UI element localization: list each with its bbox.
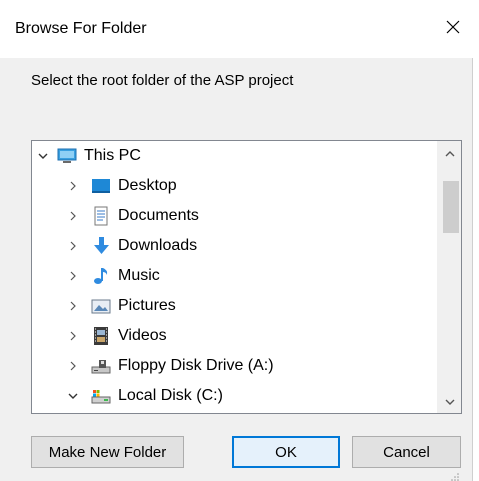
tree-item-label: This PC — [84, 147, 141, 164]
resize-grip-icon[interactable] — [450, 469, 460, 481]
tree-item-label: Music — [118, 267, 160, 284]
window-title: Browse For Folder — [15, 20, 147, 37]
scroll-up-button[interactable] — [438, 143, 461, 165]
tree-item-label: Desktop — [118, 177, 177, 194]
chevron-right-icon[interactable] — [66, 299, 80, 313]
vertical-scrollbar[interactable] — [437, 141, 461, 413]
tree-item-videos[interactable]: Videos — [66, 321, 461, 351]
scroll-down-button[interactable] — [438, 391, 461, 413]
chevron-right-icon[interactable] — [66, 179, 80, 193]
chevron-right-icon[interactable] — [66, 269, 80, 283]
tree-item-pictures[interactable]: Pictures — [66, 291, 461, 321]
tree-item-label: Documents — [118, 207, 199, 224]
close-button[interactable] — [433, 12, 473, 46]
tree-item-music[interactable]: Music — [66, 261, 461, 291]
chevron-right-icon[interactable] — [66, 209, 80, 223]
tree-item-label: Videos — [118, 327, 167, 344]
local-disk-icon — [90, 385, 112, 407]
music-icon — [90, 265, 112, 287]
close-icon — [445, 19, 461, 39]
tree-item-local-disk-c[interactable]: Local Disk (C:) — [66, 381, 461, 411]
tree-item-documents[interactable]: Documents — [66, 201, 461, 231]
documents-icon — [90, 205, 112, 227]
chevron-right-icon[interactable] — [66, 329, 80, 343]
tree-item-label: Floppy Disk Drive (A:) — [118, 357, 274, 374]
chevron-up-icon — [445, 146, 455, 163]
tree-item-label: Pictures — [118, 297, 176, 314]
browse-for-folder-dialog: Browse For Folder Select the root folder… — [0, 0, 473, 481]
computer-icon — [56, 145, 78, 167]
make-new-folder-button[interactable]: Make New Folder — [31, 436, 184, 468]
chevron-down-icon[interactable] — [36, 149, 50, 163]
chevron-right-icon[interactable] — [66, 359, 80, 373]
tree-item-label: Downloads — [118, 237, 198, 254]
cancel-button[interactable]: Cancel — [352, 436, 461, 468]
ok-button[interactable]: OK — [232, 436, 340, 468]
dialog-description: Select the root folder of the ASP projec… — [31, 72, 294, 89]
chevron-down-icon — [445, 394, 455, 411]
tree-item-downloads[interactable]: Downloads — [66, 231, 461, 261]
chevron-down-icon[interactable] — [66, 389, 80, 403]
folder-tree[interactable]: This PC Desktop Documents Downloads Musi… — [31, 140, 462, 414]
title-bar: Browse For Folder — [0, 0, 473, 58]
tree-item-label: Local Disk (C:) — [118, 387, 223, 404]
pictures-icon — [90, 295, 112, 317]
videos-icon — [90, 325, 112, 347]
chevron-right-icon[interactable] — [66, 239, 80, 253]
tree-item-floppy-drive[interactable]: Floppy Disk Drive (A:) — [66, 351, 461, 381]
tree-item-this-pc[interactable]: This PC — [36, 141, 436, 171]
desktop-icon — [90, 175, 112, 197]
scroll-thumb[interactable] — [443, 181, 459, 233]
tree-item-desktop[interactable]: Desktop — [66, 171, 461, 201]
floppy-drive-icon — [90, 355, 112, 377]
downloads-icon — [90, 235, 112, 257]
